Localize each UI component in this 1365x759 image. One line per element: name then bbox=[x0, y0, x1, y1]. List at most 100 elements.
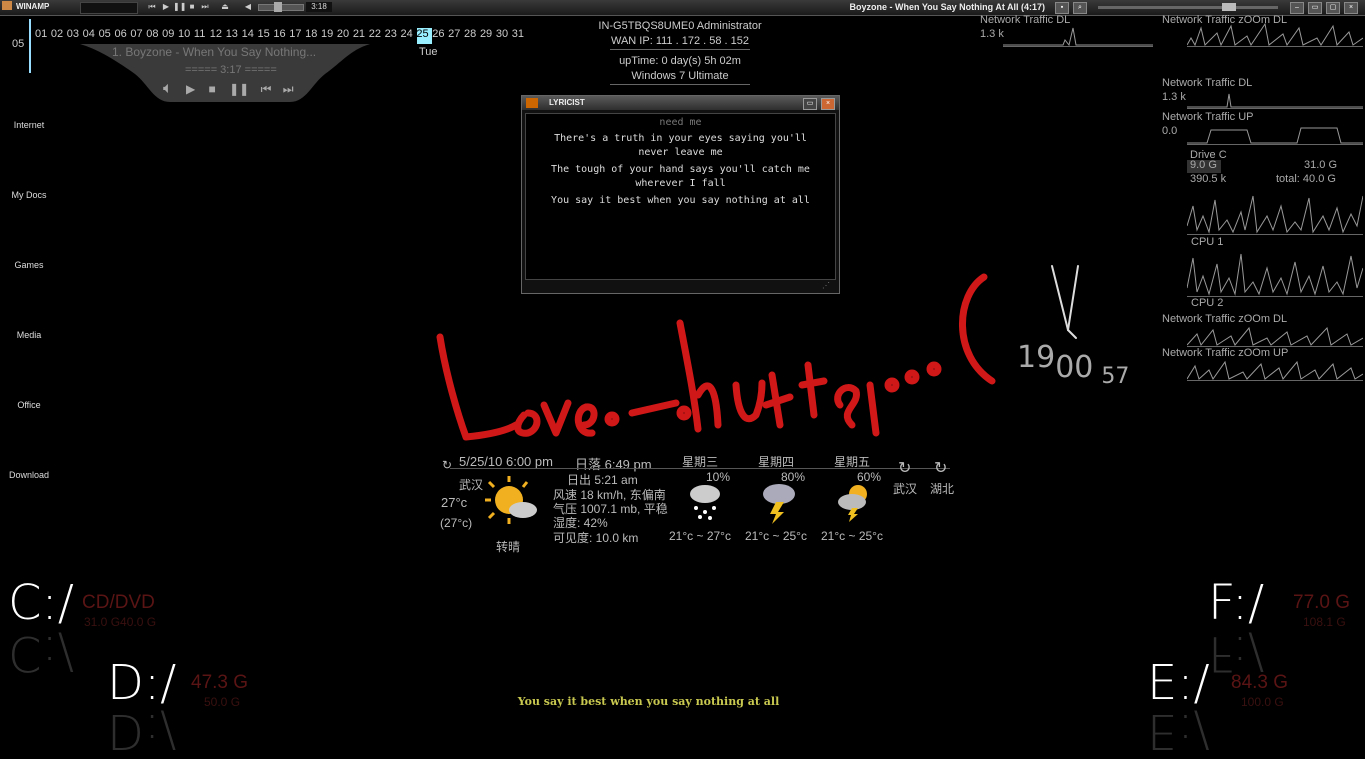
visualizer bbox=[80, 2, 138, 14]
calendar-day[interactable]: 30 bbox=[496, 28, 512, 40]
weather-city-2: 武汉 bbox=[893, 482, 918, 496]
calendar-day[interactable]: 01 bbox=[35, 28, 51, 40]
menu-office[interactable]: Office bbox=[0, 400, 58, 410]
calendar-day[interactable]: 07 bbox=[130, 28, 146, 40]
calendar-day[interactable]: 21 bbox=[353, 28, 369, 40]
calendar-day[interactable]: 06 bbox=[114, 28, 130, 40]
drive-f-total: 108.1 G bbox=[1303, 615, 1346, 629]
drive-c-reflection: C:/ bbox=[8, 625, 74, 681]
calendar-day[interactable]: 19 bbox=[321, 28, 337, 40]
drive-c-letter[interactable]: C:/ bbox=[8, 575, 74, 631]
search-icon[interactable]: ⌕ bbox=[1073, 2, 1087, 14]
lyric-line: You say it best when you say nothing at … bbox=[551, 195, 810, 206]
speaker-icon[interactable]: 🔈︎ bbox=[163, 80, 173, 97]
net-dl-graph bbox=[1187, 93, 1363, 109]
clock-hour: 19 bbox=[1017, 340, 1056, 375]
bottom-lyric: You say it best when you say nothing at … bbox=[517, 695, 780, 708]
stop-icon[interactable]: ■ bbox=[187, 2, 197, 12]
restore-icon[interactable]: ▭ bbox=[803, 98, 817, 110]
refresh-icon[interactable]: ↻ bbox=[442, 458, 452, 472]
calendar-day[interactable]: 13 bbox=[226, 28, 242, 40]
next-icon[interactable]: ⏭ bbox=[283, 82, 294, 96]
next-icon[interactable]: ⏭ bbox=[200, 2, 210, 12]
forecast-day: 星期四 bbox=[758, 455, 795, 469]
calendar-day[interactable]: 04 bbox=[83, 28, 99, 40]
drive-c-total: 31.0 G40.0 G bbox=[84, 615, 157, 629]
winamp-logo[interactable]: WINAMP bbox=[2, 1, 76, 13]
calendar-day[interactable]: 26 bbox=[432, 28, 448, 40]
previous-icon[interactable]: ⏮ bbox=[147, 2, 157, 12]
calendar-day[interactable]: 28 bbox=[464, 28, 480, 40]
pause-icon[interactable]: ❚❚ bbox=[173, 2, 186, 12]
menu-media[interactable]: Media bbox=[0, 330, 58, 340]
calendar-day[interactable]: 03 bbox=[67, 28, 83, 40]
drive-c-used: 9.0 G bbox=[1190, 159, 1217, 171]
menu-download[interactable]: Download bbox=[0, 470, 58, 480]
previous-icon[interactable]: ⏮ bbox=[261, 82, 272, 96]
close-icon[interactable]: × bbox=[821, 98, 835, 110]
forecast-day: 星期五 bbox=[834, 455, 871, 469]
net-up-value: 0.0 bbox=[1162, 125, 1178, 137]
calendar-day[interactable]: 24 bbox=[400, 28, 416, 40]
position-knob[interactable] bbox=[1222, 3, 1236, 11]
calendar-day[interactable]: 31 bbox=[512, 28, 528, 40]
pause-icon[interactable]: ❚❚ bbox=[229, 82, 249, 96]
net-dl-top-graph bbox=[1003, 27, 1153, 47]
calendar-days: 01 02 03 04 05 06 07 08 09 10 11 12 13 14 15 16 17 18 19 20… bbox=[35, 28, 528, 40]
calendar-day[interactable]: 23 bbox=[385, 28, 401, 40]
stop-icon[interactable]: ■ bbox=[209, 82, 216, 96]
weather-condition: 转晴 bbox=[496, 540, 521, 554]
calendar-day[interactable]: 02 bbox=[51, 28, 67, 40]
song-title: Boyzone - When You Say Nothing At All (4… bbox=[849, 2, 1045, 12]
volume-knob[interactable] bbox=[274, 2, 282, 12]
love-hurts-artwork bbox=[436, 273, 996, 441]
calendar-day[interactable]: 17 bbox=[289, 28, 305, 40]
eject-icon[interactable]: ⏏ bbox=[220, 2, 230, 12]
menu-games[interactable]: Games bbox=[0, 260, 58, 270]
calendar-day[interactable]: 20 bbox=[337, 28, 353, 40]
calendar-day[interactable]: 11 bbox=[194, 28, 210, 40]
winamp-icon bbox=[2, 1, 12, 10]
net-up-graph bbox=[1187, 127, 1363, 145]
play-icon[interactable]: ▶ bbox=[186, 82, 195, 96]
drive-f-letter[interactable]: F:/ bbox=[1208, 575, 1264, 631]
lyric-line: need me bbox=[659, 117, 702, 128]
drive-f-free: 77.0 G bbox=[1293, 592, 1351, 613]
system-info: IN-G5TBQS8UME0 Administrator WAN IP: 111… bbox=[590, 19, 770, 85]
calendar-day[interactable]: 25 bbox=[416, 28, 432, 40]
play-icon[interactable]: ▶ bbox=[161, 2, 171, 12]
weather-datetime: 5/25/10 6:00 pm bbox=[459, 454, 553, 469]
cpu1-graph bbox=[1187, 253, 1363, 297]
refresh-icon[interactable]: ↻ bbox=[898, 458, 911, 478]
clock-hands bbox=[1051, 265, 1079, 339]
calendar-day[interactable]: 08 bbox=[146, 28, 162, 40]
maximize-icon[interactable]: ▢ bbox=[1326, 2, 1340, 14]
calendar-day[interactable]: 09 bbox=[162, 28, 178, 40]
shade-icon[interactable]: ▭ bbox=[1308, 2, 1322, 14]
calendar-day[interactable]: 12 bbox=[210, 28, 226, 40]
calendar-day[interactable]: 05 bbox=[99, 28, 115, 40]
calendar-day[interactable]: 18 bbox=[305, 28, 321, 40]
drive-c-speed: 390.5 k bbox=[1190, 173, 1227, 185]
snow-icon bbox=[690, 485, 720, 520]
lyricist-titlebar[interactable]: LYRICIST ▭ × bbox=[522, 96, 839, 110]
calendar-day[interactable]: 15 bbox=[257, 28, 273, 40]
menu-internet[interactable]: Internet bbox=[0, 120, 58, 130]
close-icon[interactable]: × bbox=[1344, 2, 1358, 14]
calendar-day[interactable]: 14 bbox=[242, 28, 258, 40]
calendar-day[interactable]: 16 bbox=[273, 28, 289, 40]
lyric-line: never leave me bbox=[638, 147, 723, 158]
position-slider[interactable] bbox=[1098, 6, 1278, 9]
uptime: upTime: 0 day(s) 5h 02m bbox=[619, 55, 741, 67]
calendar-day[interactable]: 29 bbox=[480, 28, 496, 40]
volume-icon[interactable]: ◀ bbox=[243, 2, 253, 12]
calendar-day[interactable]: 22 bbox=[369, 28, 385, 40]
minimize-icon[interactable]: – bbox=[1290, 2, 1304, 14]
lyricist-title: LYRICIST bbox=[549, 98, 585, 107]
refresh-icon[interactable]: ↻ bbox=[934, 458, 947, 478]
calendar-day[interactable]: 27 bbox=[448, 28, 464, 40]
menu-icon[interactable]: ▪ bbox=[1055, 2, 1069, 14]
calendar-day[interactable]: 10 bbox=[178, 28, 194, 40]
weather-province: 湖北 bbox=[930, 482, 955, 496]
menu-my-docs[interactable]: My Docs bbox=[0, 190, 58, 200]
